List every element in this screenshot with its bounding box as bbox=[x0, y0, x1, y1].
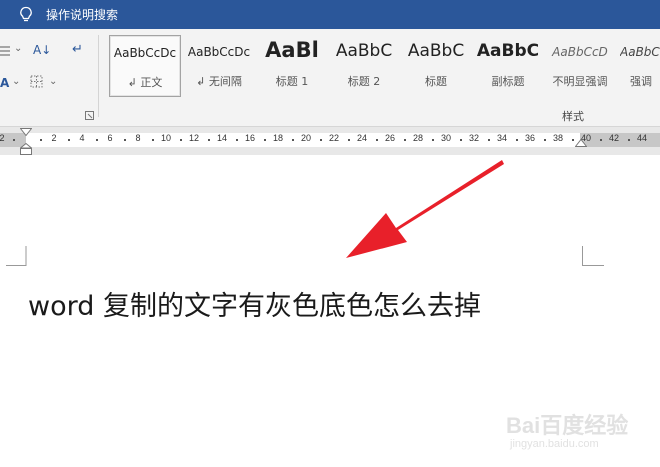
group-separator bbox=[98, 35, 99, 117]
ruler-dot bbox=[264, 139, 266, 141]
ruler-number: 36 bbox=[524, 133, 536, 143]
ruler-number: 22 bbox=[328, 133, 340, 143]
line-spacing-dropdown-icon[interactable]: ⌄ bbox=[14, 43, 22, 54]
shading-icon[interactable]: A bbox=[0, 76, 9, 90]
style-heading-2[interactable]: AaBbC 标题 2 bbox=[328, 35, 400, 95]
style-title[interactable]: AaBbC 标题 bbox=[400, 35, 472, 95]
ruler-number: 24 bbox=[356, 133, 368, 143]
document-page[interactable]: word 复制的文字有灰色底色怎么去掉 Bai百度经验 jingyan.baid… bbox=[0, 156, 660, 467]
right-indent-marker[interactable] bbox=[575, 139, 587, 147]
tell-me-search[interactable]: 操作说明搜索 bbox=[46, 6, 118, 23]
ruler-number: 38 bbox=[552, 133, 564, 143]
ruler-dot bbox=[488, 139, 490, 141]
ruler-dot bbox=[572, 139, 574, 141]
borders-icon[interactable] bbox=[30, 75, 43, 91]
sort-icon[interactable]: A↓ bbox=[33, 43, 51, 57]
ruler-number: 26 bbox=[384, 133, 396, 143]
style-emphasis[interactable]: AaBbCcD 强调 bbox=[616, 35, 660, 95]
ruler-number: 10 bbox=[160, 133, 172, 143]
ruler-dot bbox=[348, 139, 350, 141]
ruler-dot bbox=[460, 139, 462, 141]
ruler-number: 14 bbox=[216, 133, 228, 143]
ruler-number: 16 bbox=[244, 133, 256, 143]
style-no-spacing[interactable]: AaBbCcDc ↲ 无间隔 bbox=[183, 35, 255, 95]
ruler-dot bbox=[320, 139, 322, 141]
show-hide-marks-icon[interactable]: ↵ bbox=[72, 42, 83, 57]
ruler-number: 20 bbox=[300, 133, 312, 143]
ruler-dot bbox=[208, 139, 210, 141]
first-line-indent-marker[interactable] bbox=[20, 128, 32, 136]
style-normal[interactable]: AaBbCcDc ↲ 正文 bbox=[109, 35, 181, 97]
ruler-number: 8 bbox=[135, 133, 141, 143]
ruler-number: 12 bbox=[188, 133, 200, 143]
ruler-dot bbox=[292, 139, 294, 141]
horizontal-ruler[interactable]: 2 2 4 6 8 10 12 14 16 18 20 22 24 26 28 … bbox=[0, 127, 660, 155]
ruler-dot bbox=[40, 139, 42, 141]
ruler-right-margin bbox=[580, 133, 660, 147]
ruler-dot bbox=[516, 139, 518, 141]
paragraph-group: ⌄ A↓ ↵ A ⌄ ⌄ bbox=[0, 29, 98, 126]
ruler-number: 44 bbox=[636, 133, 648, 143]
ruler-dot bbox=[180, 139, 182, 141]
style-subtitle[interactable]: AaBbC 副标题 bbox=[472, 35, 544, 95]
ruler-number: 32 bbox=[468, 133, 480, 143]
ruler-dot bbox=[376, 139, 378, 141]
ruler-dot bbox=[152, 139, 154, 141]
ruler-dot bbox=[432, 139, 434, 141]
ruler-dot bbox=[600, 139, 602, 141]
ruler-dot bbox=[544, 139, 546, 141]
ruler-number: 2 bbox=[0, 133, 5, 143]
ruler-strip: 2 2 4 6 8 10 12 14 16 18 20 22 24 26 28 … bbox=[0, 133, 660, 147]
ruler-dot bbox=[236, 139, 238, 141]
style-heading-1[interactable]: AaBl 标题 1 bbox=[256, 35, 328, 95]
ruler-number: 2 bbox=[51, 133, 57, 143]
hanging-indent-marker[interactable] bbox=[20, 143, 32, 155]
dialog-launcher-icon[interactable] bbox=[85, 111, 94, 120]
style-subtle-emphasis[interactable]: AaBbCcD 不明显强调 bbox=[544, 35, 616, 95]
ruler-dot bbox=[404, 139, 406, 141]
watermark-logo: Bai百度经验 bbox=[506, 413, 629, 438]
lightbulb-icon[interactable] bbox=[18, 6, 34, 24]
ruler-number: 42 bbox=[608, 133, 620, 143]
styles-group-label: 样式 bbox=[562, 110, 584, 123]
ruler-number: 4 bbox=[79, 133, 85, 143]
ruler-number: 30 bbox=[440, 133, 452, 143]
baidu-watermark: Bai百度经验 jingyan.baidu.com bbox=[500, 404, 660, 464]
ruler-number: 34 bbox=[496, 133, 508, 143]
styles-gallery: AaBbCcDc ↲ 正文 AaBbCcDc ↲ 无间隔 AaBl 标题 1 A… bbox=[106, 35, 660, 97]
borders-dropdown-icon[interactable]: ⌄ bbox=[49, 76, 57, 87]
ribbon: ⌄ A↓ ↵ A ⌄ ⌄ AaBbCcDc ↲ 正文 AaBbCcDc ↲ 无间… bbox=[0, 29, 660, 127]
ruler-number: 6 bbox=[107, 133, 113, 143]
ruler-dot bbox=[68, 139, 70, 141]
ruler-dot bbox=[96, 139, 98, 141]
title-bar: 操作说明搜索 bbox=[0, 0, 660, 29]
shading-dropdown-icon[interactable]: ⌄ bbox=[12, 76, 20, 87]
ruler-dot bbox=[13, 139, 15, 141]
ruler-number: 18 bbox=[272, 133, 284, 143]
watermark-url: jingyan.baidu.com bbox=[510, 438, 599, 450]
ruler-dot bbox=[628, 139, 630, 141]
line-spacing-icon[interactable] bbox=[0, 43, 10, 60]
ruler-number: 28 bbox=[412, 133, 424, 143]
ruler-dot bbox=[124, 139, 126, 141]
